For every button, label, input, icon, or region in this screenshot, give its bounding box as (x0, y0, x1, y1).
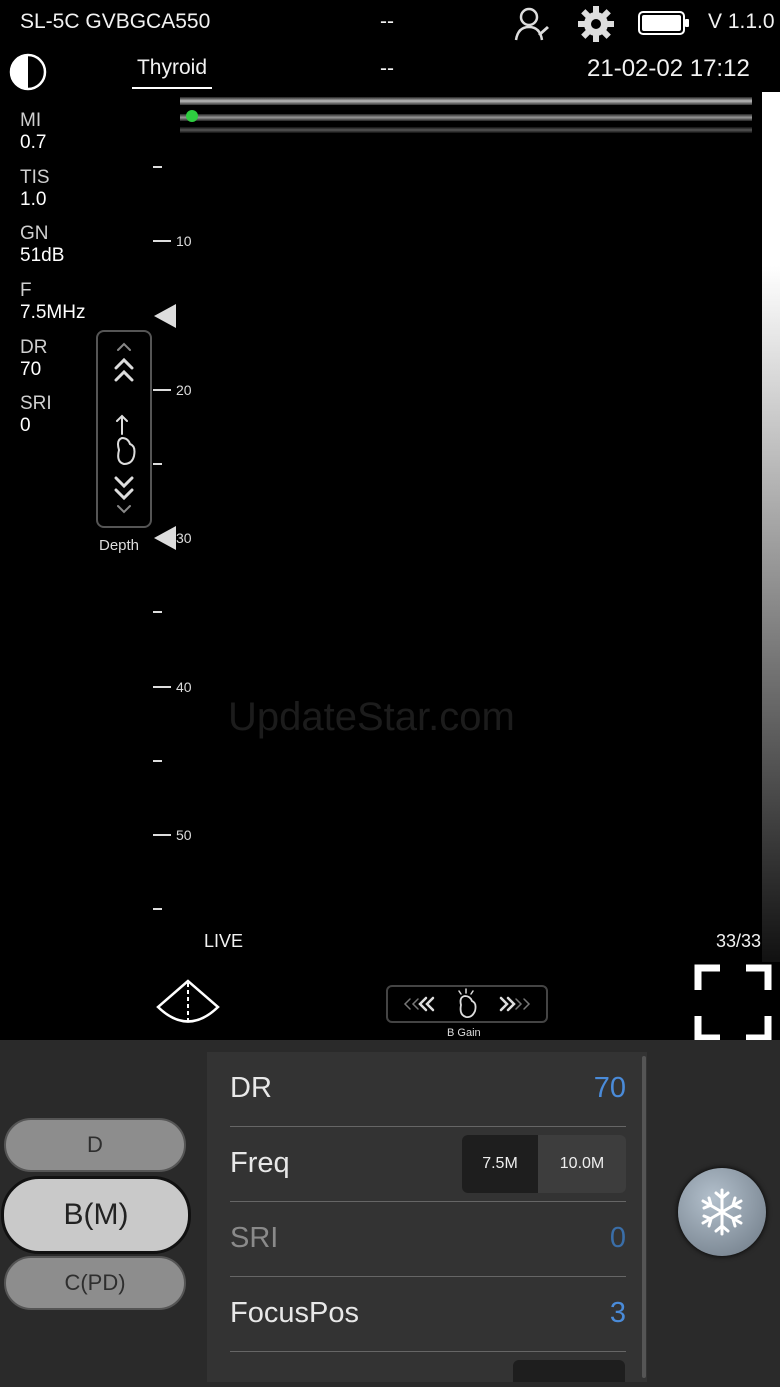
setting-label: DR (230, 1072, 272, 1104)
setting-row-focuspos[interactable]: FocusPos 3 (230, 1277, 626, 1352)
mode-bm-button[interactable]: B(M) (1, 1176, 191, 1254)
gear-icon[interactable] (576, 4, 616, 44)
param-sri: SRI 0 (20, 393, 52, 436)
focus-dot (186, 110, 198, 122)
param-f: F 7.5MHz (20, 280, 86, 323)
depth-marker-icon[interactable] (152, 524, 178, 552)
scale-label: 10 (176, 233, 192, 249)
freq-option-7-5[interactable]: 7.5M (462, 1135, 538, 1193)
setting-label: Freq (230, 1147, 290, 1179)
device-name: SL-5C GVBGCA550 (20, 10, 211, 33)
probe-icon[interactable] (154, 978, 222, 1028)
scale-tick (153, 834, 171, 836)
scale-tick (153, 166, 162, 168)
setting-value: 70 (593, 1072, 626, 1104)
b-gain-control[interactable] (386, 985, 548, 1023)
fullscreen-icon[interactable] (694, 964, 772, 1042)
header-center: -- (380, 57, 394, 80)
setting-row-dr[interactable]: DR 70 (230, 1052, 626, 1127)
setting-value: 0 (609, 1222, 626, 1254)
grayscale-bar (762, 92, 780, 962)
scale-tick (153, 240, 171, 242)
patient-icon[interactable] (512, 6, 550, 42)
param-gn: GN 51dB (20, 223, 65, 266)
scale-tick (153, 463, 162, 465)
freq-selector[interactable]: 7.5M 10.0M (462, 1135, 626, 1193)
depth-slider[interactable] (96, 330, 152, 528)
preset-tab[interactable]: Thyroid (132, 56, 212, 80)
b-gain-label: B Gain (447, 1027, 481, 1039)
setting-label: SRI (230, 1222, 279, 1254)
scale-tick (153, 760, 162, 762)
contrast-icon[interactable] (8, 52, 48, 92)
setting-value: 3 (609, 1297, 626, 1329)
scale-label: 20 (176, 382, 192, 398)
status-center: -- (380, 10, 394, 33)
app-version: V 1.1.0 (708, 10, 775, 33)
ultrasound-image[interactable]: UpdateStar.com (180, 92, 756, 962)
preset-tab-underline (132, 87, 212, 89)
next-setting-control[interactable] (513, 1360, 625, 1382)
settings-scrollbar[interactable] (642, 1056, 646, 1378)
param-tis: TIS 1.0 (20, 167, 50, 210)
freq-option-10-0[interactable]: 10.0M (538, 1135, 626, 1193)
datetime: 21-02-02 17:12 (587, 55, 750, 82)
setting-label: FocusPos (230, 1297, 359, 1329)
freeze-button[interactable] (678, 1168, 766, 1256)
scale-label: 40 (176, 679, 192, 695)
mode-d-button[interactable]: D (4, 1118, 186, 1172)
mode-cpd-button[interactable]: C(PD) (4, 1256, 186, 1310)
scale-tick (153, 908, 162, 910)
frame-counter: 33/33 (716, 931, 762, 951)
settings-panel[interactable]: DR 70 Freq 7.5M 10.0M SRI 0 FocusPos 3 (207, 1052, 647, 1382)
battery-icon (638, 11, 690, 35)
live-indicator: LIVE (204, 931, 244, 951)
param-mi: MI 0.7 (20, 110, 47, 153)
scale-label: 50 (176, 827, 192, 843)
scale-tick (153, 389, 171, 391)
setting-row-sri[interactable]: SRI 0 (230, 1202, 626, 1277)
scale-label: 30 (176, 530, 192, 546)
focus-marker-icon[interactable] (152, 302, 178, 330)
param-dr: DR 70 (20, 337, 48, 380)
watermark: UpdateStar.com (228, 695, 515, 739)
setting-row-freq[interactable]: Freq 7.5M 10.0M (230, 1127, 626, 1202)
scale-tick (153, 686, 171, 688)
scale-tick (153, 611, 162, 613)
depth-label: Depth (99, 537, 140, 554)
